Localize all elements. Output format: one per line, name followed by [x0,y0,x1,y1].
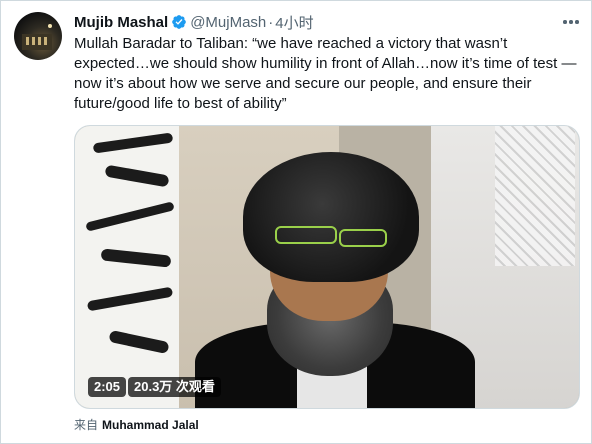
tweet-header: Mujib Mashal @MujMash · 4小时 [74,12,314,32]
display-name[interactable]: Mujib Mashal [74,14,168,31]
avatar[interactable] [14,12,62,60]
separator-dot: · [268,13,274,31]
tweet-card: Mujib Mashal @MujMash · 4小时 Mullah Barad… [0,0,592,444]
avatar-building-shape [22,34,52,50]
handle[interactable]: @MujMash [190,14,266,31]
attribution-label: 来自 [74,418,99,432]
view-count-badge: 20.3万 次观看 [128,377,221,397]
timestamp[interactable]: 4小时 [275,12,313,33]
video-thumbnail[interactable]: 2:05 20.3万 次观看 [74,125,580,409]
avatar-light-shape [48,24,52,28]
speaker-turban [243,152,419,282]
speaker-glasses [275,226,387,247]
more-options-icon[interactable] [561,13,581,31]
attribution-author[interactable]: Muhammad Jalal [102,418,199,432]
verified-badge-icon [171,14,187,30]
video-duration-badge: 2:05 [88,377,127,397]
checkered-scarf [495,126,575,266]
flag-background [75,126,195,408]
media-attribution: 来自 Muhammad Jalal [74,416,199,433]
tweet-text: Mullah Baradar to Taliban: “we have reac… [74,35,577,112]
